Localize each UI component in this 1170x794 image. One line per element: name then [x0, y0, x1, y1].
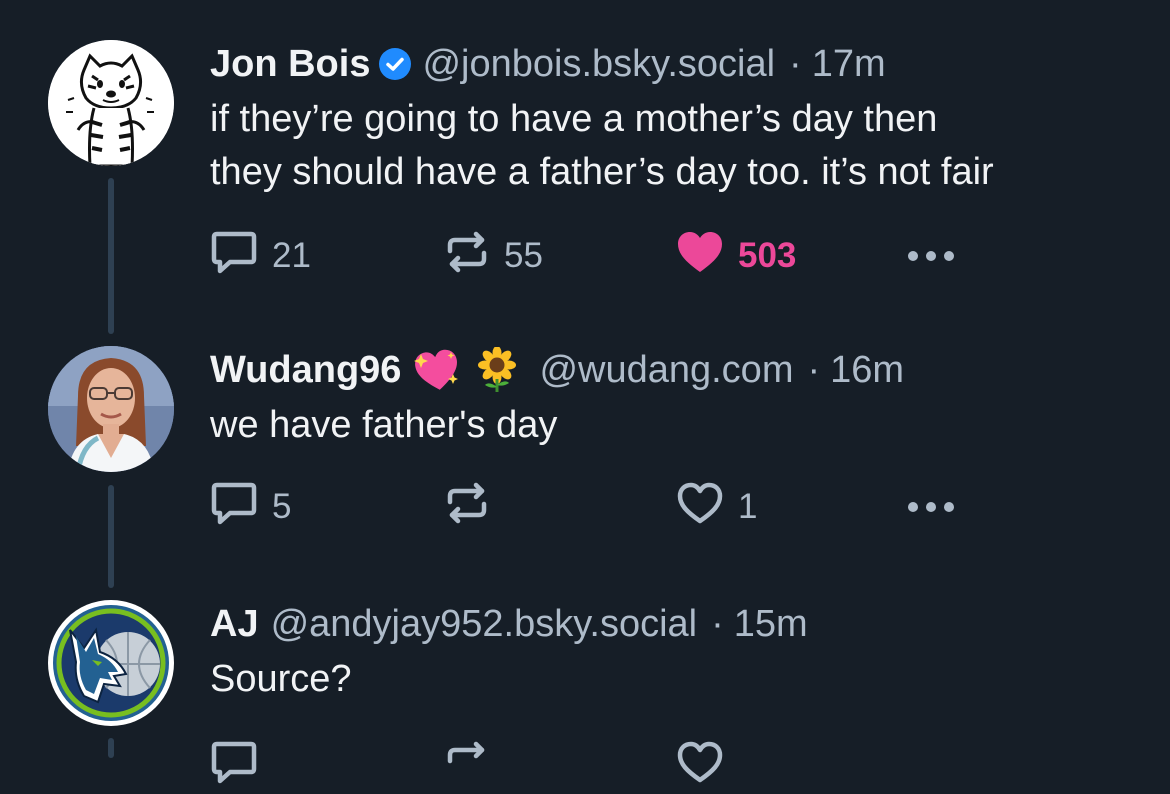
- thread-line: [108, 738, 114, 758]
- post-text: we have father's day: [210, 399, 1150, 452]
- author-name[interactable]: AJ: [210, 603, 259, 646]
- post-actions: [210, 740, 1150, 793]
- author-name[interactable]: Wudang96: [210, 349, 401, 392]
- post-actions: 5 1: [210, 481, 1150, 534]
- thread-line: [108, 485, 114, 588]
- post-thread: Jon Bois @jonbois.bsky.social · 17m if t…: [0, 0, 1170, 783]
- avatar[interactable]: [48, 40, 174, 166]
- post-header: Wudang96 @wudang.com · 16m: [210, 346, 1150, 394]
- author-handle[interactable]: @wudang.com: [539, 349, 793, 392]
- post-time[interactable]: 16m: [830, 349, 904, 392]
- separator-dot: ·: [807, 348, 821, 391]
- reply-icon: [210, 739, 258, 794]
- repost-button[interactable]: [444, 482, 504, 531]
- reply-icon: [210, 480, 258, 535]
- post-text-line: they should have a father’s day too. it’…: [210, 151, 994, 193]
- tiger-drawing-icon: [48, 40, 174, 166]
- reply-button[interactable]: 21: [210, 231, 311, 280]
- author-handle[interactable]: @jonbois.bsky.social: [422, 43, 775, 86]
- more-icon: [908, 251, 954, 261]
- repost-button[interactable]: 55: [444, 231, 543, 280]
- avatar[interactable]: [48, 600, 174, 726]
- post-text-line: we have father's day: [210, 404, 558, 446]
- reply-button[interactable]: 5: [210, 482, 292, 531]
- more-options-button[interactable]: [908, 232, 954, 280]
- post-header: AJ @andyjay952.bsky.social · 15m: [210, 600, 1150, 648]
- reply-icon: [210, 229, 258, 284]
- separator-dot: ·: [789, 42, 802, 85]
- repost-icon: [444, 480, 490, 535]
- portrait-photo: [48, 346, 174, 472]
- post-time[interactable]: 15m: [734, 603, 808, 646]
- like-count: 1: [738, 487, 758, 526]
- more-icon: [908, 502, 954, 512]
- separator-dot: ·: [711, 602, 724, 645]
- author-name[interactable]: Jon Bois: [210, 43, 370, 86]
- repost-icon: [444, 229, 490, 284]
- reply-count: 21: [272, 236, 311, 275]
- avatar[interactable]: [48, 346, 174, 472]
- post-actions: 21 55 503: [210, 230, 1150, 283]
- post-text-line: if they’re going to have a mother’s day …: [210, 98, 938, 140]
- like-button[interactable]: 1: [676, 481, 758, 534]
- post-text: Source?: [210, 653, 1150, 706]
- heart-filled-icon: [676, 230, 724, 283]
- thread-line: [108, 178, 114, 334]
- like-button[interactable]: [676, 740, 724, 793]
- more-options-button[interactable]: [908, 483, 954, 531]
- sunflower-icon: [475, 347, 519, 393]
- heart-outline-icon: [676, 740, 724, 793]
- verified-badge-icon: [378, 47, 412, 81]
- reply-count: 5: [272, 487, 292, 526]
- post-text-line: Source?: [210, 658, 352, 700]
- post-header: Jon Bois @jonbois.bsky.social · 17m: [210, 40, 1150, 88]
- heart-outline-icon: [676, 481, 724, 534]
- reply-button[interactable]: [210, 741, 258, 790]
- like-count: 503: [738, 236, 797, 275]
- wolf-logo-icon: [49, 601, 173, 725]
- post-time[interactable]: 17m: [812, 43, 886, 86]
- repost-count: 55: [504, 236, 543, 275]
- like-button[interactable]: 503: [676, 230, 797, 283]
- repost-icon: [444, 739, 490, 794]
- sparkling-heart-icon: [413, 348, 461, 392]
- author-handle[interactable]: @andyjay952.bsky.social: [271, 603, 698, 646]
- post-text: if they’re going to have a mother’s day …: [210, 93, 1150, 199]
- repost-button[interactable]: [444, 741, 490, 790]
